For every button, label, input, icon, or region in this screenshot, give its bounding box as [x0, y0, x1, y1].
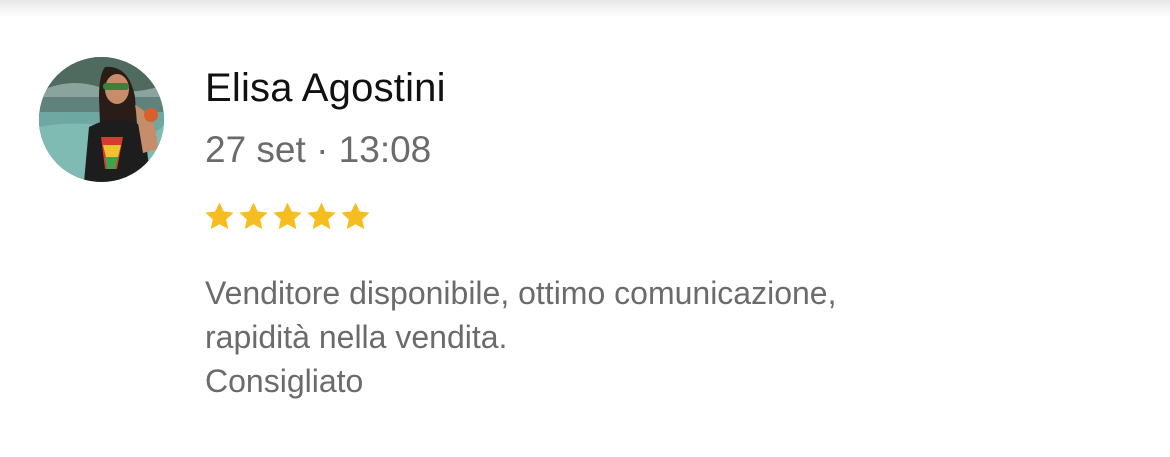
review-text-line: Venditore disponibile, ottimo comunicazi…	[205, 275, 837, 311]
avatar[interactable]	[39, 57, 164, 182]
star-icon	[237, 200, 270, 233]
star-icon	[271, 200, 304, 233]
star-icon	[339, 200, 372, 233]
star-rating	[203, 200, 372, 233]
review-timestamp: 27 set · 13:08	[205, 129, 432, 170]
review-text: Venditore disponibile, ottimo comunicazi…	[205, 271, 836, 403]
avatar-photo-icon	[39, 57, 164, 182]
review-text-line: Consigliato	[205, 363, 364, 399]
star-icon	[305, 200, 338, 233]
reviewer-name[interactable]: Elisa Agostini	[205, 64, 446, 112]
review-card: Elisa Agostini 27 set · 13:08 Venditore …	[0, 0, 1170, 457]
review-text-line: rapidità nella vendita.	[205, 319, 508, 355]
star-icon	[203, 200, 236, 233]
